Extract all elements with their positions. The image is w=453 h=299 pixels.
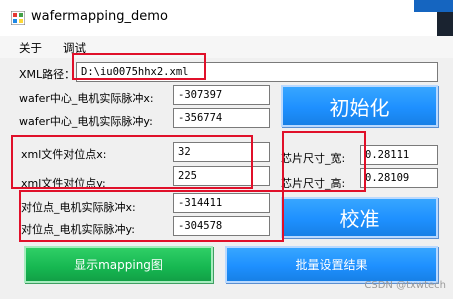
batch-settings-button[interactable]: 批量设置结果	[225, 246, 438, 283]
highlight-xml-path	[72, 53, 206, 80]
wafer-center-x-field[interactable]: -307397	[173, 85, 270, 105]
background-window-edge	[414, 0, 453, 12]
chip-width-field[interactable]: 0.28111	[360, 145, 438, 165]
wafer-center-y-field[interactable]: -356774	[173, 108, 270, 128]
background-window-edge-dark	[437, 12, 453, 36]
window-title: wafermapping_demo	[31, 9, 168, 24]
calibrate-button[interactable]: 校准	[281, 197, 438, 238]
highlight-xml-align	[11, 135, 253, 189]
title-bar: wafermapping_demo	[0, 0, 453, 36]
show-mapping-button[interactable]: 显示mapping图	[24, 246, 213, 283]
app-icon	[11, 11, 25, 25]
menu-about[interactable]: 关于	[19, 40, 42, 56]
wafer-center-y-label: wafer中心_电机实际脉冲y:	[19, 115, 153, 128]
chip-height-field[interactable]: 0.28109	[360, 168, 438, 188]
app-window: wafermapping_demo 关于 调试 XML路径： D:\iu0075…	[0, 0, 453, 299]
initialize-button[interactable]: 初始化	[281, 85, 438, 127]
xml-path-label: XML路径：	[19, 68, 76, 81]
highlight-align-motor	[19, 190, 284, 242]
watermark: CSDN @txwtech	[364, 280, 446, 291]
highlight-chip-size	[282, 131, 366, 192]
wafer-center-x-label: wafer中心_电机实际脉冲x:	[19, 92, 154, 105]
